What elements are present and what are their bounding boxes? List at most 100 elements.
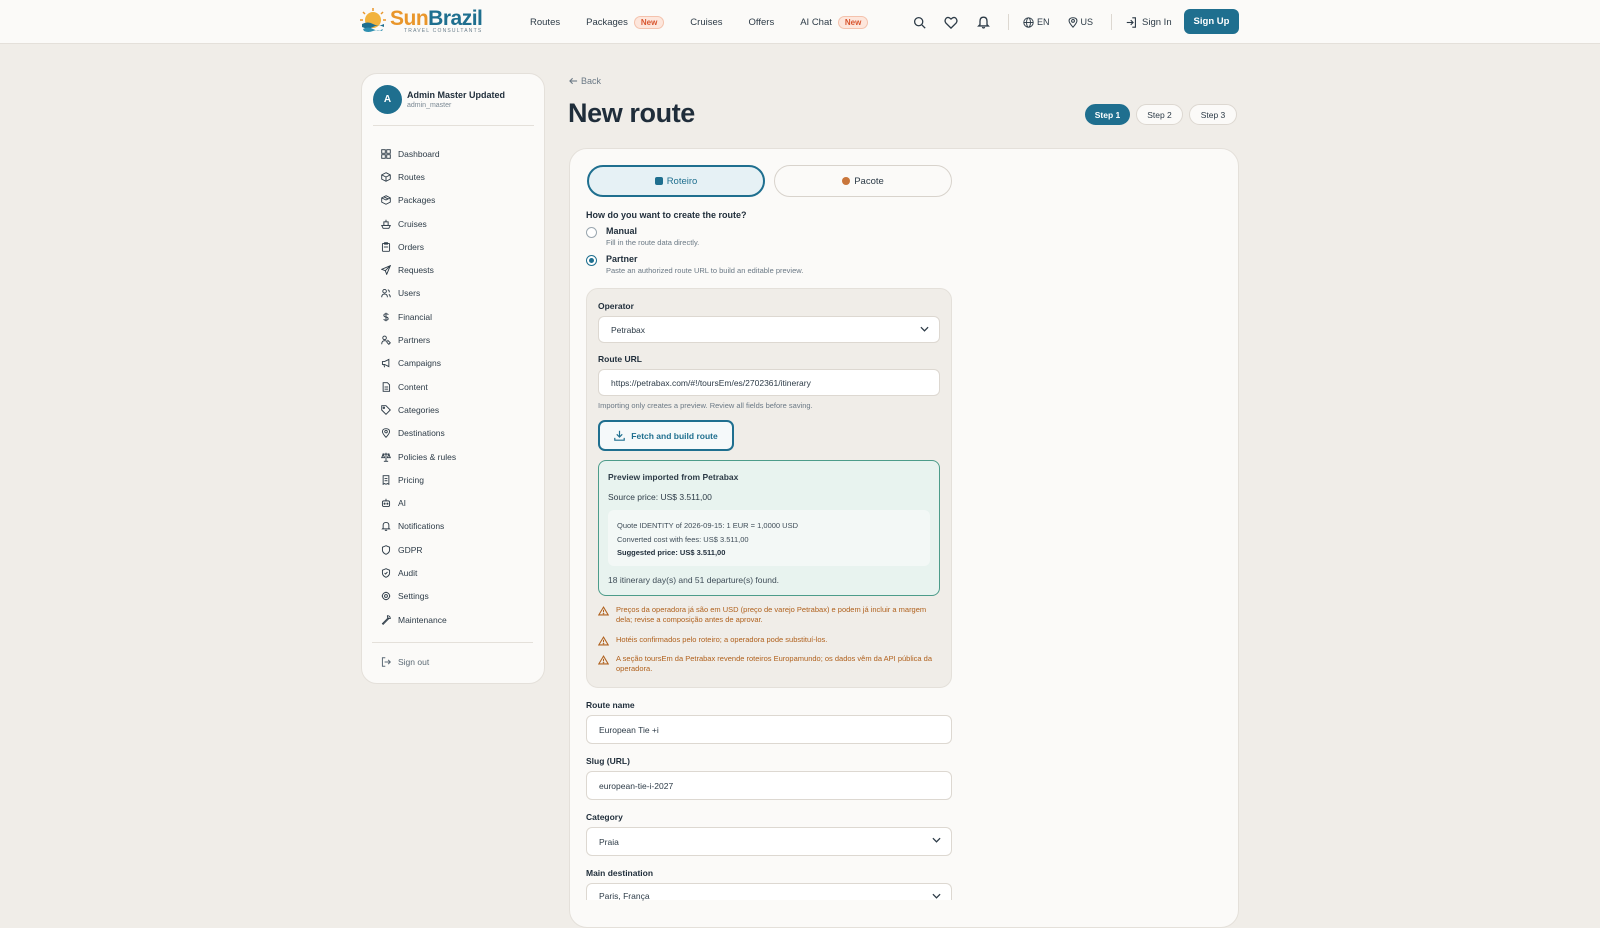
- tab-pacote[interactable]: Pacote: [774, 165, 952, 197]
- sign-in-icon: [1126, 16, 1137, 28]
- sidebar-item-campaigns[interactable]: Campaigns: [381, 352, 456, 375]
- sign-in-label: Sign In: [1142, 16, 1172, 28]
- sidebar-item-label: Requests: [398, 265, 434, 276]
- globe-icon: [1023, 16, 1034, 28]
- map-icon: [654, 177, 663, 185]
- avatar: A: [373, 85, 402, 114]
- nav-routes[interactable]: Routes: [530, 17, 560, 28]
- slug-label: Slug (URL): [586, 756, 630, 766]
- sidebar-item-label: Packages: [398, 195, 436, 206]
- nav-ai-chat-label: AI Chat: [800, 16, 832, 28]
- sidebar-item-financial[interactable]: Financial: [381, 305, 456, 328]
- language-selector[interactable]: EN: [1023, 16, 1050, 28]
- nav-divider: [1008, 14, 1009, 30]
- sidebar-item-label: Routes: [398, 171, 425, 182]
- heart-icon[interactable]: [944, 15, 958, 29]
- sidebar-item-destinations[interactable]: Destinations: [381, 422, 456, 445]
- nav-ai-chat[interactable]: AI Chat New: [800, 15, 869, 29]
- slug-input[interactable]: european-tie-i-2027: [586, 771, 952, 800]
- sidebar-item-settings[interactable]: Settings: [381, 585, 456, 608]
- sidebar-item-content[interactable]: Content: [381, 375, 456, 398]
- step-3[interactable]: Step 3: [1189, 104, 1237, 125]
- sidebar-item-categories[interactable]: Categories: [381, 398, 456, 421]
- sign-out-link[interactable]: Sign out: [381, 657, 429, 667]
- nav-actions: EN US Sign In: [912, 0, 1190, 44]
- sidebar-item-packages[interactable]: Packages: [381, 189, 456, 212]
- sidebar-item-label: Financial: [398, 311, 433, 322]
- tab-roteiro[interactable]: Roteiro: [587, 165, 765, 197]
- nav-packages[interactable]: Packages New: [586, 15, 665, 29]
- step-2[interactable]: Step 2: [1136, 104, 1183, 125]
- sidebar-item-maintenance[interactable]: Maintenance: [381, 608, 456, 631]
- sidebar-item-label: Content: [398, 381, 428, 392]
- sidebar-item-label: Users: [398, 288, 421, 299]
- clipboard-icon: [381, 242, 391, 252]
- step-1[interactable]: Step 1: [1085, 104, 1130, 125]
- operator-value: Petrabax: [611, 324, 646, 335]
- shield-icon: [381, 544, 391, 555]
- nav-cruises[interactable]: Cruises: [690, 17, 722, 28]
- main-destination-select[interactable]: Paris, França: [586, 883, 952, 901]
- fetch-build-route-button[interactable]: Fetch and build route: [598, 420, 734, 451]
- sidebar-item-partners[interactable]: Partners: [381, 328, 456, 351]
- nav-offers[interactable]: Offers: [749, 17, 775, 28]
- sidebar-item-policies-rules[interactable]: Policies & rules: [381, 445, 456, 468]
- brand-logo[interactable]: SunBrazil TRAVEL CONSULTANTS: [360, 7, 483, 34]
- price-breakdown: Quote IDENTITY of 2026-09-15: 1 EUR = 1,…: [608, 510, 930, 566]
- back-link[interactable]: Back: [569, 76, 601, 86]
- sidebar-item-ai[interactable]: AI: [381, 491, 456, 514]
- top-navbar: SunBrazil TRAVEL CONSULTANTS Routes Pack…: [0, 0, 1600, 44]
- sidebar-item-cruises[interactable]: Cruises: [381, 212, 456, 235]
- radio-manual-dot[interactable]: [586, 227, 597, 238]
- sidebar-item-notifications[interactable]: Notifications: [381, 515, 456, 538]
- sidebar-item-pricing[interactable]: Pricing: [381, 468, 456, 491]
- warning-text: Hotéis confirmados pelo roteiro; a opera…: [616, 635, 828, 644]
- sidebar-item-dashboard[interactable]: Dashboard: [381, 142, 456, 165]
- search-icon[interactable]: [912, 15, 926, 29]
- operator-select[interactable]: Petrabax: [598, 316, 940, 343]
- sign-up-button[interactable]: Sign Up: [1184, 9, 1239, 34]
- nav-offers-label: Offers: [748, 16, 775, 28]
- sidebar-item-label: Dashboard: [398, 148, 440, 159]
- sign-in-link[interactable]: Sign In: [1126, 17, 1172, 28]
- radio-partner-label: Partner: [606, 254, 638, 264]
- download-icon: [614, 430, 626, 441]
- sidebar-item-label: Campaigns: [398, 358, 441, 369]
- sidebar-item-users[interactable]: Users: [381, 282, 456, 305]
- tab-roteiro-label: Roteiro: [666, 175, 698, 187]
- sign-out-icon: [381, 657, 391, 667]
- sidebar-item-label: Partners: [398, 335, 431, 346]
- arrow-left-icon: [569, 77, 578, 85]
- route-url-value: https://petrabax.com/#!/toursEm/es/27023…: [611, 377, 811, 388]
- region-selector[interactable]: US: [1068, 16, 1093, 28]
- radio-partner[interactable]: Partner Paste an authorized route URL to…: [586, 254, 803, 275]
- fetch-button-label: Fetch and build route: [631, 430, 718, 441]
- category-select[interactable]: Praia: [586, 827, 952, 856]
- converted-cost: Converted cost with fees: US$ 3.511,00: [617, 534, 749, 544]
- file-icon: [382, 381, 391, 392]
- bell-icon: [381, 522, 391, 532]
- radio-partner-dot[interactable]: [586, 255, 597, 266]
- handshake-icon: [381, 335, 391, 345]
- radio-manual[interactable]: Manual Fill in the route data directly.: [586, 226, 699, 247]
- warning-text: Preços da operadora já são em USD (preço…: [616, 605, 927, 624]
- sidebar-item-orders[interactable]: Orders: [381, 235, 456, 258]
- users-icon: [381, 289, 391, 298]
- sidebar-item-requests[interactable]: Requests: [381, 258, 456, 281]
- route-url-input[interactable]: https://petrabax.com/#!/toursEm/es/27023…: [598, 369, 940, 396]
- bell-icon[interactable]: [976, 15, 990, 29]
- sidebar-item-gdpr[interactable]: GDPR: [381, 538, 456, 561]
- route-name-input[interactable]: European Tie +i: [586, 715, 952, 744]
- box-icon: [381, 172, 391, 182]
- receipt-icon: [382, 475, 390, 485]
- chevron-down-icon: [920, 326, 929, 332]
- brand-tagline: TRAVEL CONSULTANTS: [404, 28, 483, 34]
- sidebar-item-label: Pricing: [398, 474, 424, 485]
- category-value: Praia: [599, 836, 619, 847]
- nav-packages-label: Packages: [586, 16, 628, 28]
- shield-check-icon: [381, 568, 391, 578]
- sidebar-item-audit[interactable]: Audit: [381, 561, 456, 584]
- sidebar-item-label: Destinations: [398, 428, 445, 439]
- sidebar-item-routes[interactable]: Routes: [381, 165, 456, 188]
- brand-name-brazil: Brazil: [428, 7, 483, 30]
